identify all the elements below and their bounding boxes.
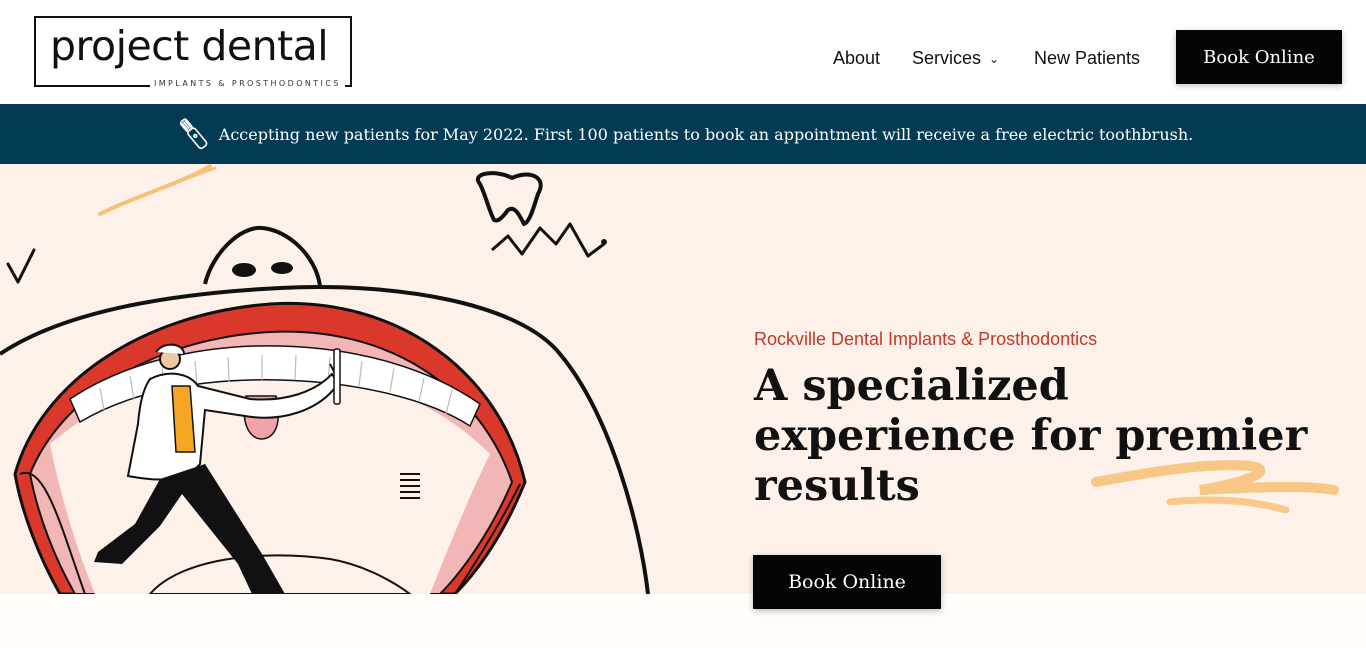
nav-item-services[interactable]: Services ⌄	[912, 46, 999, 70]
button-label: Book Online	[1203, 46, 1315, 68]
logo-tagline: IMPLANTS & PROSTHODONTICS	[150, 79, 345, 88]
nav-item-new-patients[interactable]: New Patients	[1034, 46, 1140, 70]
nav-item-about[interactable]: About	[833, 46, 880, 70]
electric-toothbrush-icon	[179, 118, 208, 150]
nav-label: Services	[912, 47, 982, 68]
announcement-text: Accepting new patients for May 2022. Fir…	[218, 124, 1194, 144]
hero-eyebrow: Rockville Dental Implants & Prosthodonti…	[754, 329, 1098, 349]
hero-book-online-button[interactable]: Book Online	[753, 555, 941, 609]
logo-wordmark: project dental	[50, 22, 329, 70]
hero-headline: A specialized experience for premier res…	[754, 361, 1308, 511]
announcement-bar: Accepting new patients for May 2022. Fir…	[0, 104, 1366, 164]
chevron-down-icon: ⌄	[989, 52, 1000, 66]
book-online-button[interactable]: Book Online	[1176, 30, 1342, 84]
site-header: project dental IMPLANTS & PROSTHODONTICS…	[0, 0, 1366, 104]
page-continuation	[0, 594, 1366, 648]
button-label: Book Online	[788, 571, 906, 593]
nav-label: About	[833, 47, 881, 68]
hero-section: Rockville Dental Implants & Prosthodonti…	[0, 164, 1366, 594]
dentist-in-mouth-illustration	[0, 164, 650, 594]
nav-label: New Patients	[1034, 47, 1141, 68]
logo[interactable]: project dental IMPLANTS & PROSTHODONTICS	[34, 16, 352, 88]
